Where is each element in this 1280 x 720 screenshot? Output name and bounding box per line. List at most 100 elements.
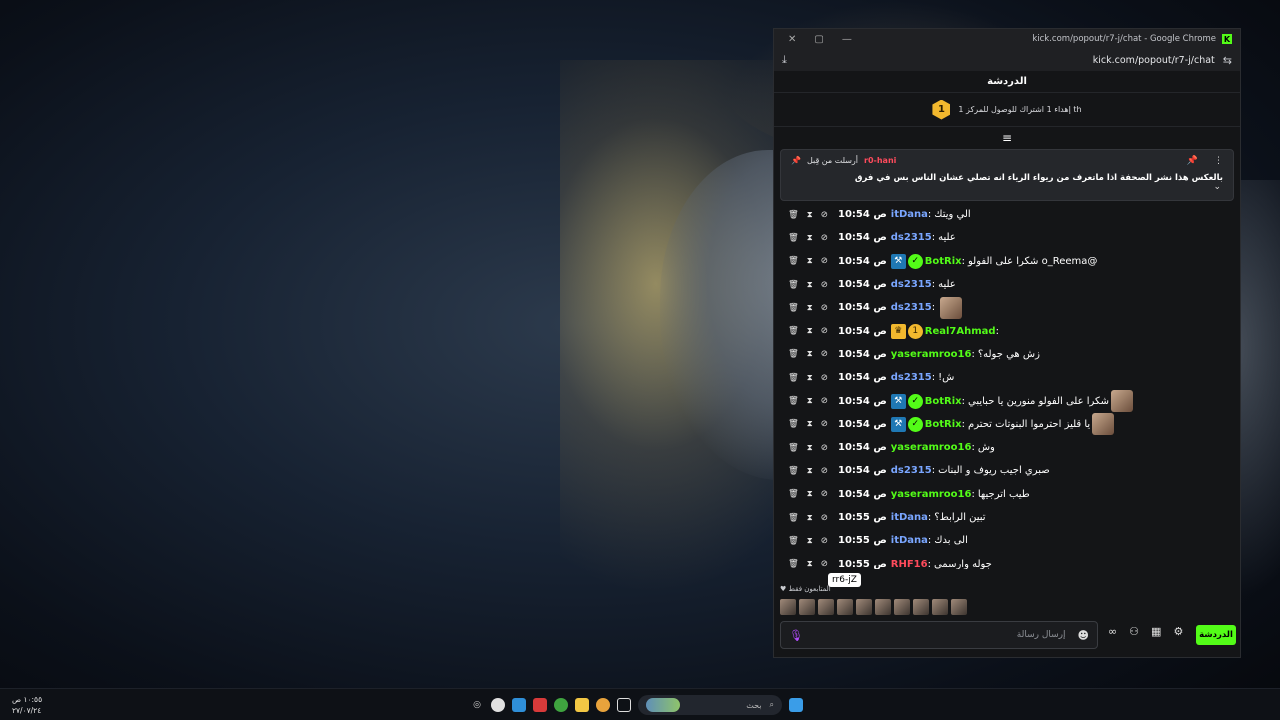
- delete-icon[interactable]: 🗑: [788, 233, 799, 243]
- chat-message[interactable]: 🗑 ⧗ ⊘ 10:55 ص itDana: الى بدك: [774, 529, 1240, 552]
- avatar[interactable]: [951, 599, 967, 615]
- message-username[interactable]: yaseramroo16: [891, 489, 972, 500]
- store-app-icon[interactable]: [512, 698, 526, 712]
- chat-message[interactable]: 🗑 ⧗ ⊘ 10:54 ص ♛ 1 Real7Ahmad:: [774, 319, 1240, 342]
- message-username[interactable]: ds2315: [891, 372, 932, 383]
- taskbar-app-icon[interactable]: ◎: [470, 698, 484, 712]
- avatar[interactable]: [894, 599, 910, 615]
- timeout-icon[interactable]: ⧗: [807, 256, 813, 266]
- file-explorer-icon[interactable]: [575, 698, 589, 712]
- download-icon[interactable]: ⤓: [782, 53, 787, 67]
- ban-icon[interactable]: ⊘: [821, 303, 828, 313]
- chat-message[interactable]: 🗑 ⧗ ⊘ 10:55 ص RHF16: جوله وارسمي: [774, 552, 1240, 569]
- infinity-icon[interactable]: ∞: [1108, 625, 1117, 638]
- more-options-icon[interactable]: ⋮: [1214, 156, 1223, 166]
- delete-icon[interactable]: 🗑: [788, 513, 799, 523]
- chrome-icon[interactable]: [491, 698, 505, 712]
- message-input[interactable]: 🎙 إرسال رسالة ☻: [780, 621, 1098, 649]
- timeout-icon[interactable]: ⧗: [807, 443, 813, 453]
- chat-message[interactable]: 🗑 ⧗ ⊘ 10:54 ص yaseramroo16: وش: [774, 436, 1240, 459]
- timeout-icon[interactable]: ⧗: [807, 373, 813, 383]
- timeout-icon[interactable]: ⧗: [807, 396, 813, 406]
- ban-icon[interactable]: ⊘: [821, 536, 828, 546]
- unpin-icon[interactable]: 📌: [1187, 156, 1198, 166]
- pinned-user[interactable]: r0-hani: [864, 156, 896, 165]
- ban-icon[interactable]: ⊘: [821, 233, 828, 243]
- delete-icon[interactable]: 🗑: [788, 489, 799, 499]
- avatar[interactable]: [799, 599, 815, 615]
- avatar[interactable]: [932, 599, 948, 615]
- message-username[interactable]: itDana: [891, 512, 928, 523]
- message-username[interactable]: ds2315: [891, 302, 932, 313]
- timeout-icon[interactable]: ⧗: [807, 349, 813, 359]
- ban-icon[interactable]: ⊘: [821, 349, 828, 359]
- avatar[interactable]: [818, 599, 834, 615]
- message-username[interactable]: RHF16: [891, 559, 928, 569]
- chat-message[interactable]: 🗑 ⧗ ⊘ 10:54 ص ds2315: عليه: [774, 273, 1240, 296]
- chat-message[interactable]: 🗑 ⧗ ⊘ 10:55 ص itDana: تبين الرابط؟: [774, 506, 1240, 529]
- chat-send-button[interactable]: الدردشة: [1196, 625, 1236, 645]
- delete-icon[interactable]: 🗑: [788, 443, 799, 453]
- ban-icon[interactable]: ⊘: [821, 513, 828, 523]
- message-username[interactable]: ds2315: [891, 465, 932, 476]
- filter-icon[interactable]: ≡: [1002, 131, 1012, 145]
- chat-message[interactable]: 🗑 ⧗ ⊘ 10:54 ص yaseramroo16: زش هي جوله؟: [774, 343, 1240, 366]
- message-username[interactable]: ds2315: [891, 279, 932, 290]
- chat-message[interactable]: 🗑 ⧗ ⊘ 10:54 ص ds2315: ش!: [774, 366, 1240, 389]
- delete-icon[interactable]: 🗑: [788, 210, 799, 220]
- maximize-window-button[interactable]: ▢: [814, 34, 823, 45]
- timeout-icon[interactable]: ⧗: [807, 559, 813, 569]
- ban-icon[interactable]: ⊘: [821, 466, 828, 476]
- ban-icon[interactable]: ⊘: [821, 419, 828, 429]
- xbox-icon[interactable]: [554, 698, 568, 712]
- timeout-icon[interactable]: ⧗: [807, 303, 813, 313]
- timeout-icon[interactable]: ⧗: [807, 419, 813, 429]
- delete-icon[interactable]: 🗑: [788, 536, 799, 546]
- taskbar-search[interactable]: بحث ⌕: [638, 695, 782, 715]
- ban-icon[interactable]: ⊘: [821, 280, 828, 290]
- pinned-message[interactable]: 📌 أرسلت من قِبل r0-hani بالعكس هذا نشر ا…: [780, 149, 1234, 201]
- delete-icon[interactable]: 🗑: [788, 466, 799, 476]
- gear-icon[interactable]: ⚙: [1173, 625, 1183, 638]
- avatar[interactable]: [913, 599, 929, 615]
- chat-message[interactable]: 🗑 ⧗ ⊘ 10:54 ص yaseramroo16: طيب اترجيها: [774, 483, 1240, 506]
- chat-message[interactable]: 🗑 ⧗ ⊘ 10:54 ص ⚒ ✓ BotRix: يا قليز احترموا البنو…: [774, 413, 1240, 436]
- site-settings-icon[interactable]: ⇆: [1223, 54, 1232, 67]
- delete-icon[interactable]: 🗑: [788, 396, 799, 406]
- timeout-icon[interactable]: ⧗: [807, 489, 813, 499]
- avatar[interactable]: [875, 599, 891, 615]
- ban-icon[interactable]: ⊘: [821, 210, 828, 220]
- message-username[interactable]: yaseramroo16: [891, 442, 972, 453]
- message-username[interactable]: yaseramroo16: [891, 349, 972, 360]
- timeout-icon[interactable]: ⧗: [807, 280, 813, 290]
- ban-icon[interactable]: ⊘: [821, 443, 828, 453]
- message-username[interactable]: Real7Ahmad: [925, 326, 996, 337]
- chevron-down-icon[interactable]: ⌄: [1213, 182, 1221, 192]
- timeout-icon[interactable]: ⧗: [807, 466, 813, 476]
- ban-icon[interactable]: ⊘: [821, 326, 828, 336]
- timeout-icon[interactable]: ⧗: [807, 233, 813, 243]
- message-username[interactable]: BotRix: [925, 396, 962, 407]
- browser-icon[interactable]: [596, 698, 610, 712]
- users-icon[interactable]: ⚇: [1129, 625, 1139, 638]
- chat-message[interactable]: 🗑 ⧗ ⊘ 10:54 ص ds2315:: [774, 296, 1240, 319]
- task-view-icon[interactable]: [617, 698, 631, 712]
- close-window-button[interactable]: ✕: [788, 34, 796, 45]
- ban-icon[interactable]: ⊘: [821, 256, 828, 266]
- message-username[interactable]: BotRix: [925, 419, 962, 430]
- ban-icon[interactable]: ⊘: [821, 396, 828, 406]
- chat-message[interactable]: 🗑 ⧗ ⊘ 10:54 ص itDana: الي ويتك: [774, 203, 1240, 226]
- message-username[interactable]: ds2315: [891, 232, 932, 243]
- timeout-icon[interactable]: ⧗: [807, 536, 813, 546]
- message-username[interactable]: BotRix: [925, 256, 962, 267]
- chat-message[interactable]: 🗑 ⧗ ⊘ 10:54 ص ⚒ ✓ BotRix: @o_Reema شكرا على الف…: [774, 250, 1240, 273]
- address-url[interactable]: kick.com/popout/r7-j/chat: [1093, 55, 1215, 66]
- timeout-icon[interactable]: ⧗: [807, 326, 813, 336]
- delete-icon[interactable]: 🗑: [788, 256, 799, 266]
- emoji-icon[interactable]: ☻: [1078, 629, 1089, 642]
- timeout-icon[interactable]: ⧗: [807, 210, 813, 220]
- delete-icon[interactable]: 🗑: [788, 559, 799, 569]
- avatar[interactable]: [837, 599, 853, 615]
- ban-icon[interactable]: ⊘: [821, 559, 828, 569]
- red-app-icon[interactable]: [533, 698, 547, 712]
